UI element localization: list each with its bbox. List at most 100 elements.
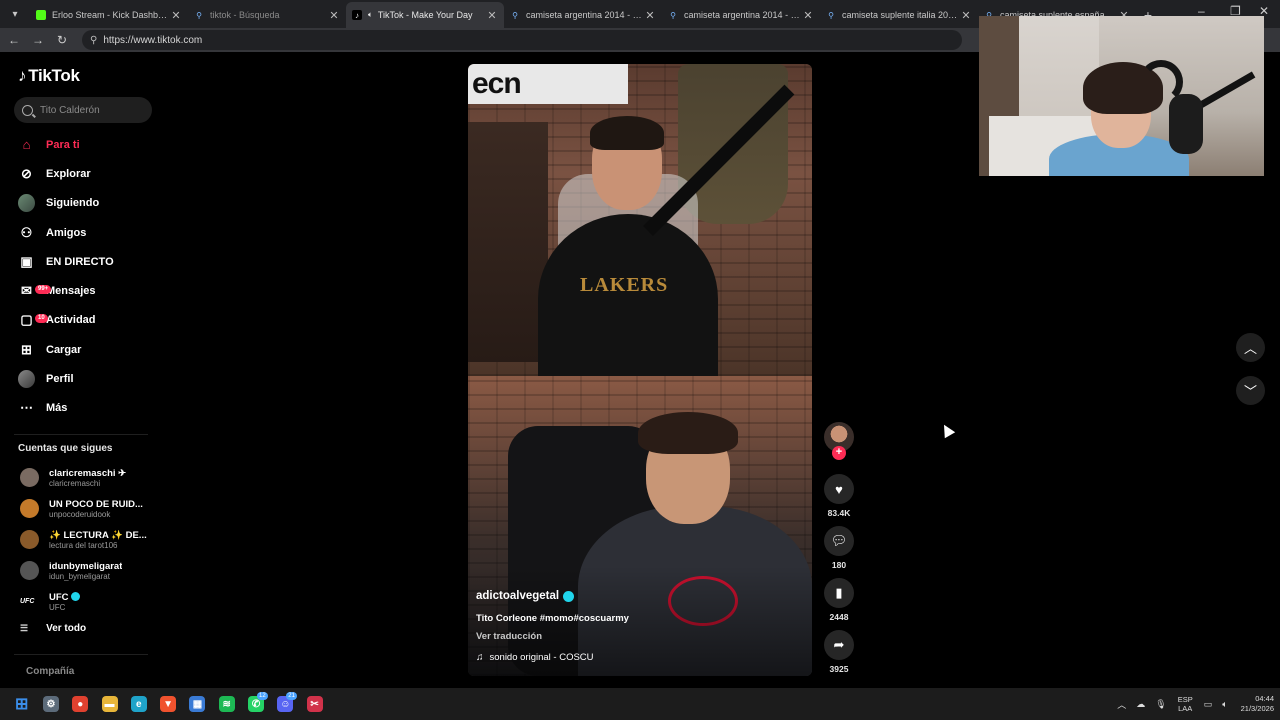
spotify-icon[interactable]: ≋ [212,688,241,720]
comment-count: 180 [831,560,847,570]
company-link[interactable]: Compañía [26,666,74,677]
network-icon[interactable]: ▭ [1204,699,1213,710]
account-name: ✨ LECTURA ✨ DE... [49,529,147,541]
browser-tab[interactable]: ⚲ camiseta argentina 2014 - Búsqueda✕ [662,2,820,28]
following-account[interactable]: UN POCO DE RUID... unpocoderuidook [0,493,160,524]
browser-tab[interactable]: ♪ 🔈︎ TikTok - Make Your Day ✕ [346,2,504,28]
following-accounts-title: Cuentas que sigues [18,443,113,454]
show-hidden-icons-icon[interactable]: ︿ [1117,698,1126,711]
home-icon: ⌂ [22,137,31,153]
close-tab-icon[interactable]: ✕ [802,9,814,22]
account-handle: UFC [49,602,66,612]
sidebar-item-cargar[interactable]: ⊞ Cargar [0,335,160,364]
brave-icon[interactable]: ▼ [153,688,182,720]
comment-action[interactable]: 💬︎ 180 [822,526,856,570]
file-explorer-icon[interactable]: ▬ [95,688,124,720]
reload-icon[interactable]: ↻ [50,33,74,47]
forward-icon[interactable]: → [26,33,50,47]
microphone-icon[interactable]: 🎙︎ [1155,699,1166,710]
music-note-icon: ♫ [476,652,484,663]
video-author-name: adictoalvegetal [476,590,560,602]
whatsapp-icon[interactable]: ✆ 12 [241,688,270,720]
search-icon: ⚲ [512,10,518,20]
settings-icon[interactable]: ⚙ [36,688,65,720]
close-tab-icon[interactable]: ✕ [328,9,340,22]
video-player[interactable]: ecn LAKERS adictoalvegetal Tito Corleone… [468,64,812,676]
sidebar-item-actividad[interactable]: ▢ 10 Actividad [0,306,160,335]
clock-time: 04:44 [1255,694,1274,703]
save-action[interactable]: ▮ 2448 [822,578,856,622]
video-sound[interactable]: ♫ sonido original - COSCU [476,652,594,663]
tab-audio-icon[interactable]: 🔈︎ [368,10,373,20]
search-input[interactable] [40,104,140,116]
share-icon[interactable]: ➦ [824,630,854,660]
taskbar: ⊞ ⚙ ● ▬ e ▼ ▦ ≋ ✆ 12 ☺ 21 ✂ ︿ ☁ 🎙︎ ESP LAA ▭ 🔈︎ 04:4… [0,688,1280,720]
see-translation-link[interactable]: Ver traducción [476,631,542,642]
sidebar-item-amigos[interactable]: ⚇ Amigos [0,218,160,247]
like-action[interactable]: ♥ 83.4K [822,474,856,518]
share-action[interactable]: ➦ 3925 [822,630,856,674]
tiktok-logo[interactable]: ♪ TikTok [18,66,80,86]
sidebar-item-label: Cargar [46,343,82,356]
see-all-button[interactable]: ☰ Ver todo [20,623,86,634]
sidebar-item-siguiendo[interactable]: Siguiendo [0,189,160,218]
list-icon: ☰ [20,623,29,633]
keyboard-layout: LAA [1178,704,1193,713]
back-icon[interactable]: ← [2,33,26,47]
browser-tab[interactable]: Erloo Stream - Kick Dashboard ✕ [30,2,188,28]
video-author[interactable]: adictoalvegetal [476,590,575,602]
following-account[interactable]: idunbymeligarat idun_bymeligarat [0,555,160,586]
video-description[interactable]: Tito Corleone #momo#coscuarmy [476,613,629,624]
site-info-icon[interactable]: ⚲ [90,35,97,46]
address-bar-url: https://www.tiktok.com [103,34,203,46]
previous-video-button[interactable]: ︿ [1236,333,1265,362]
account-name: UFC [49,591,69,603]
account-name: idunbymeligarat [49,560,123,572]
store-icon[interactable]: ▦ [183,688,212,720]
search-icon: ⚲ [828,10,834,20]
sidebar-item-mensajes[interactable]: ✉ 99+ Mensajes [0,276,160,305]
tab-actions-menu-icon[interactable]: ▾ [4,3,26,25]
close-tab-icon[interactable]: ✕ [644,9,656,22]
sidebar-item-m-s[interactable]: ⋯ Más [0,394,160,423]
tiktok-note-icon: ♪ [18,66,27,85]
language-code: ESP [1177,695,1193,704]
comment-icon[interactable]: 💬︎ [824,526,854,556]
next-video-button[interactable]: ﹀ [1236,376,1265,405]
sidebar-item-perfil[interactable]: Perfil [0,364,160,393]
clock[interactable]: 04:44 21/3/2026 [1241,694,1274,714]
bookmark-icon[interactable]: ▮ [824,578,854,608]
volume-icon[interactable]: 🔈︎ [1222,699,1227,710]
divider [14,654,148,655]
windows-start-icon[interactable]: ⊞ [7,688,36,720]
heart-icon[interactable]: ♥ [824,474,854,504]
upload-icon: ⊞ [21,341,32,357]
account-handle: idun_bymeligarat [49,571,110,581]
search-box[interactable] [14,97,152,123]
chevron-down-icon: ﹀ [1243,384,1257,399]
language-indicator[interactable]: ESP LAA [1178,695,1193,713]
close-tab-icon[interactable]: ✕ [170,9,182,22]
onedrive-icon[interactable]: ☁ [1136,699,1145,710]
sidebar-item-explorar[interactable]: ⊘ Explorar [0,159,160,188]
account-avatar [20,561,39,580]
follow-plus-button[interactable]: + [832,446,846,460]
close-tab-icon[interactable]: ✕ [486,9,498,22]
chrome-icon[interactable]: ● [66,688,95,720]
share-count: 3925 [829,664,849,674]
sidebar-item-para-ti[interactable]: ⌂ Para ti [0,130,160,159]
browser-tab[interactable]: ⚲ camiseta argentina 2014 - Búsqueda✕ [504,2,662,28]
discord-icon[interactable]: ☺ 21 [271,688,300,720]
edge-icon[interactable]: e [124,688,153,720]
following-account[interactable]: claricremaschi ✈ claricremaschi [0,462,160,493]
browser-tab[interactable]: ⚲ tiktok - Búsqueda ✕ [188,2,346,28]
verified-badge-icon [70,591,80,601]
following-account[interactable]: ✨ LECTURA ✨ DE... lectura del tarot106 [0,524,160,555]
following-account[interactable]: UFC UFC UFC [0,586,160,617]
browser-tab[interactable]: ⚲ camiseta suplente italia 2026 - Bú✕ [820,2,978,28]
snipping-tool-icon[interactable]: ✂ [300,688,329,720]
close-tab-icon[interactable]: ✕ [960,9,972,22]
address-bar[interactable]: ⚲ https://www.tiktok.com [82,30,962,50]
sidebar-item-label: Para ti [46,138,80,151]
sidebar-item-en-directo[interactable]: ▣ EN DIRECTO [0,247,160,276]
